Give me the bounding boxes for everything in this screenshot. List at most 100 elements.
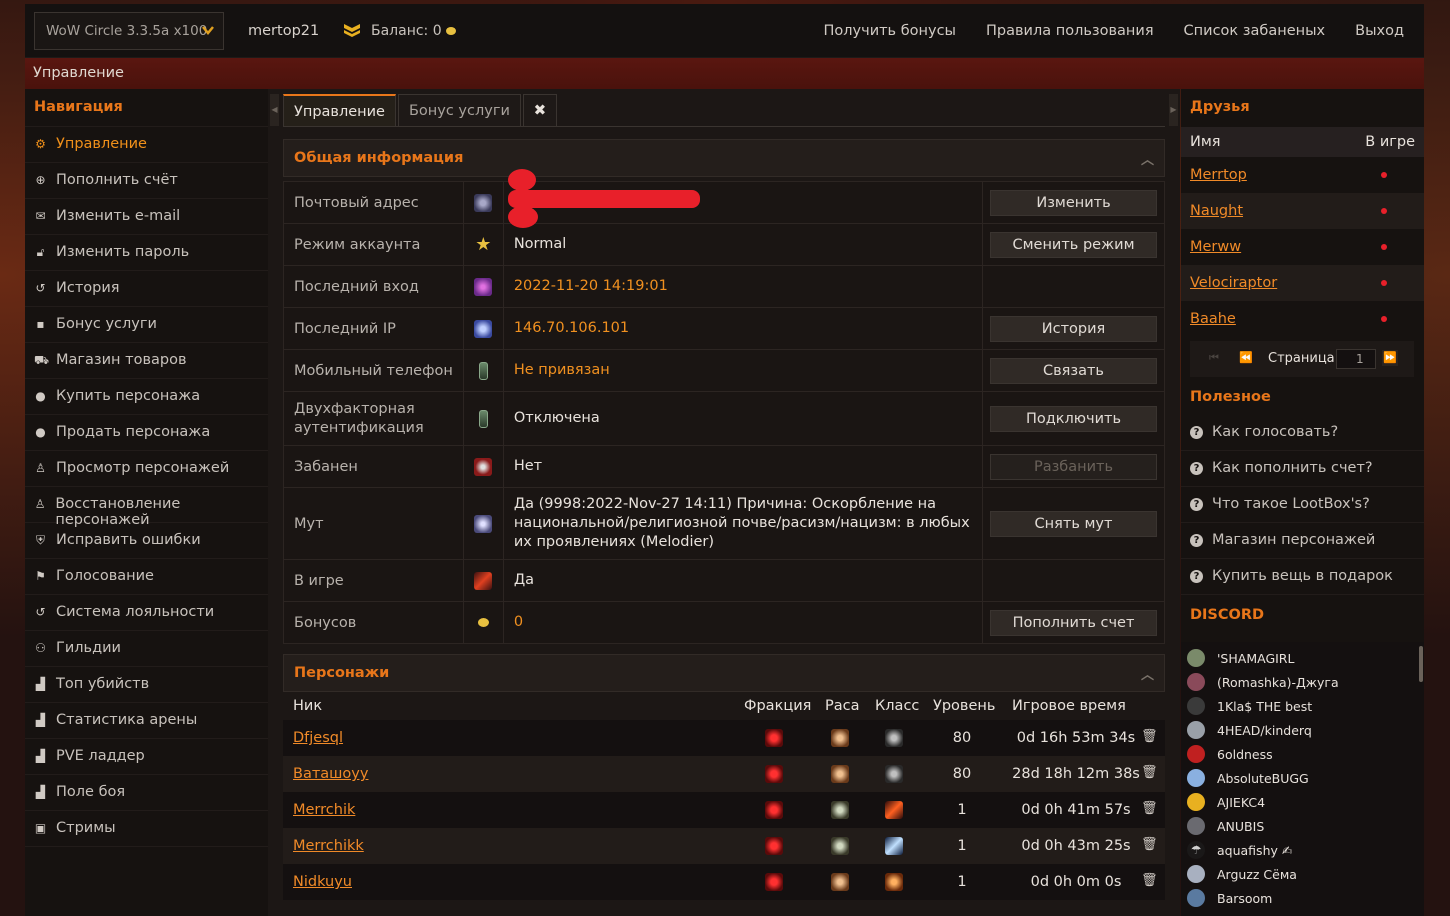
balance: Баланс: 0 xyxy=(371,23,456,39)
useful-link-gift[interactable]: ? Купить вещь в подарок xyxy=(1181,559,1424,595)
server-select[interactable]: WoW Circle 3.3.5a x100 xyxy=(34,12,224,50)
class-icon xyxy=(885,873,903,891)
sidebar-item-streams[interactable]: ▣ Стримы xyxy=(25,811,268,847)
char-nick-link[interactable]: Nidkuyu xyxy=(293,874,352,890)
first-page-icon[interactable]: ⏮ xyxy=(1206,350,1222,366)
link-get-bonus[interactable]: Получить бонусы xyxy=(824,23,957,39)
char-nick-link[interactable]: Merrchik xyxy=(293,802,355,818)
next-page-icon[interactable]: ⏩ xyxy=(1382,350,1398,366)
link-banlist[interactable]: Список забаненых xyxy=(1184,23,1326,39)
sidebar-item-fix-errors[interactable]: ⛨ Исправить ошибки xyxy=(25,523,268,559)
chevron-down-icon xyxy=(202,26,214,35)
characters-header[interactable]: Персонажи ︿ xyxy=(283,654,1165,692)
sidebar-item-label: Просмотр персонажей xyxy=(56,460,230,476)
sidebar-item-arena-stats[interactable]: ▟ Статистика арены xyxy=(25,703,268,739)
useful-link-char-shop[interactable]: ? Магазин персонажей xyxy=(1181,523,1424,559)
trash-icon[interactable]: 🗑︎ xyxy=(1141,729,1158,745)
sidebar-item-bonus[interactable]: ▪ Бонус услуги xyxy=(25,307,268,343)
friend-link[interactable]: Baahe xyxy=(1190,311,1236,327)
topup-button[interactable]: Пополнить счет xyxy=(990,609,1157,636)
change-mode-button[interactable]: Сменить режим xyxy=(990,231,1157,258)
offline-status-dot xyxy=(1381,208,1387,214)
useful-link-vote[interactable]: ? Как голосовать? xyxy=(1181,415,1424,451)
list-item[interactable]: 4HEAD/kinderq xyxy=(1181,718,1424,742)
trash-icon[interactable]: 🗑︎ xyxy=(1141,873,1158,889)
char-nick-link[interactable]: Merrchikk xyxy=(293,838,364,854)
list-item[interactable]: ☂ aquafishy ✍ xyxy=(1181,838,1424,862)
shield-icon: ⛨ xyxy=(35,533,45,547)
sidebar-item-sell-char[interactable]: ● Продать персонажа xyxy=(25,415,268,451)
discord-scrollbar[interactable] xyxy=(1419,646,1423,682)
useful-link-topup[interactable]: ? Как пополнить счет? xyxy=(1181,451,1424,487)
sidebar-item-buy-char[interactable]: ● Купить персонажа xyxy=(25,379,268,415)
chevron-up-icon[interactable]: ︿ xyxy=(1141,664,1154,683)
sidebar-item-shop[interactable]: ⛟ Магазин товаров xyxy=(25,343,268,379)
link-phone-button[interactable]: Связать xyxy=(990,357,1157,384)
general-info-title: Общая информация xyxy=(294,150,464,166)
friend-link[interactable]: Merrtop xyxy=(1190,167,1247,183)
sidebar-item-vote[interactable]: ⚑ Голосование xyxy=(25,559,268,595)
discord-member-list[interactable]: 'SHAMAGIRL (Romashka)-Джуга 1Kla$ THE be… xyxy=(1181,642,1424,916)
general-info-header[interactable]: Общая информация ︿ xyxy=(283,139,1165,177)
useful-link-lootbox[interactable]: ? Что такое LootBox's? xyxy=(1181,487,1424,523)
list-item[interactable]: ANUBIS xyxy=(1181,814,1424,838)
link-logout[interactable]: Выход xyxy=(1355,23,1404,39)
list-item[interactable]: 'SHAMAGIRL xyxy=(1181,646,1424,670)
tabs-scroll-right[interactable]: ▶ xyxy=(1169,94,1178,126)
member-name: 1Kla$ THE best xyxy=(1217,698,1313,714)
char-nick-link[interactable]: Dfjesql xyxy=(293,730,343,746)
ip-history-button[interactable]: История xyxy=(990,315,1157,342)
sidebar-item-topup[interactable]: ⊕ Пополнить счёт xyxy=(25,163,268,199)
sidebar-item-loyalty[interactable]: ↺ Система лояльности xyxy=(25,595,268,631)
friend-link[interactable]: Velociraptor xyxy=(1190,275,1277,291)
sidebar-item-manage[interactable]: ⚙ Управление xyxy=(25,127,268,163)
list-item[interactable]: 6oldness xyxy=(1181,742,1424,766)
tab-bonus[interactable]: Бонус услуги xyxy=(397,94,521,126)
list-item[interactable]: 1Kla$ THE best xyxy=(1181,694,1424,718)
tab-manage[interactable]: Управление xyxy=(283,94,396,126)
char-nick-link[interactable]: Ваташоyy xyxy=(293,766,368,782)
enable-2fa-button[interactable]: Подключить xyxy=(990,405,1157,432)
mute-icon xyxy=(474,514,493,533)
info-value: Да (9998:2022-Nov-27 14:11) Причина: Оск… xyxy=(502,487,984,560)
list-item[interactable]: AJIEKC4 xyxy=(1181,790,1424,814)
trash-icon[interactable]: 🗑︎ xyxy=(1141,765,1158,781)
sidebar-item-label: Продать персонажа xyxy=(56,424,211,440)
sidebar-item-top-kills[interactable]: ▟ Топ убийств xyxy=(25,667,268,703)
sidebar-item-pve-ladder[interactable]: ▟ PVE ладдер xyxy=(25,739,268,775)
close-tabs-icon[interactable]: ✖ xyxy=(522,94,557,126)
list-item[interactable]: AbsoluteBUGG xyxy=(1181,766,1424,790)
char-playtime: 0d 0h 43m 25s xyxy=(1021,838,1131,854)
trash-icon[interactable]: 🗑︎ xyxy=(1141,801,1158,817)
unmute-button[interactable]: Снять мут xyxy=(990,510,1157,537)
balance-label: Баланс: 0 xyxy=(371,23,442,39)
sidebar-item-password[interactable]: 🔓︎ Изменить пароль xyxy=(25,235,268,271)
prev-page-icon[interactable]: ⏪ xyxy=(1238,350,1254,366)
info-value: Да xyxy=(502,559,984,602)
chevron-up-icon[interactable]: ︿ xyxy=(1141,149,1154,168)
useful-link-label: Магазин персонажей xyxy=(1212,532,1376,548)
friend-link[interactable]: Merww xyxy=(1190,239,1241,255)
sidebar-item-guilds[interactable]: ⚇ Гильдии xyxy=(25,631,268,667)
sidebar-item-history[interactable]: ↺ История xyxy=(25,271,268,307)
sidebar-item-view-chars[interactable]: ♙ Просмотр персонажей xyxy=(25,451,268,487)
friend-link[interactable]: Naught xyxy=(1190,203,1243,219)
sidebar-item-battleground[interactable]: ▟ Поле боя xyxy=(25,775,268,811)
list-item[interactable]: Arguzz Сёма xyxy=(1181,862,1424,886)
trash-icon[interactable]: 🗑︎ xyxy=(1141,837,1158,853)
sidebar-item-restore-chars[interactable]: ♙ Восстановление персонажей xyxy=(25,487,268,528)
page-input[interactable]: 1 xyxy=(1336,349,1376,369)
list-item[interactable]: Barsoom xyxy=(1181,886,1424,910)
col-faction: Фракция xyxy=(744,698,812,714)
list-item[interactable]: (Romashka)-Джуга xyxy=(1181,670,1424,694)
sidebar-item-email[interactable]: ✉ Изменить e-mail xyxy=(25,199,268,235)
user-icon: ● xyxy=(35,389,46,403)
useful-link-label: Как голосовать? xyxy=(1212,424,1339,440)
change-email-button[interactable]: Изменить xyxy=(990,189,1157,216)
link-rules[interactable]: Правила пользования xyxy=(986,23,1154,39)
table-row: Dfjesql 80 0d 16h 53m 34s 🗑︎ xyxy=(283,720,1165,756)
tabs-scroll-left[interactable]: ◀ xyxy=(270,94,279,126)
table-row: Merrchik 1 0d 0h 41m 57s 🗑︎ xyxy=(283,792,1165,828)
race-icon xyxy=(831,801,849,819)
username[interactable]: mertop21 xyxy=(248,23,319,39)
